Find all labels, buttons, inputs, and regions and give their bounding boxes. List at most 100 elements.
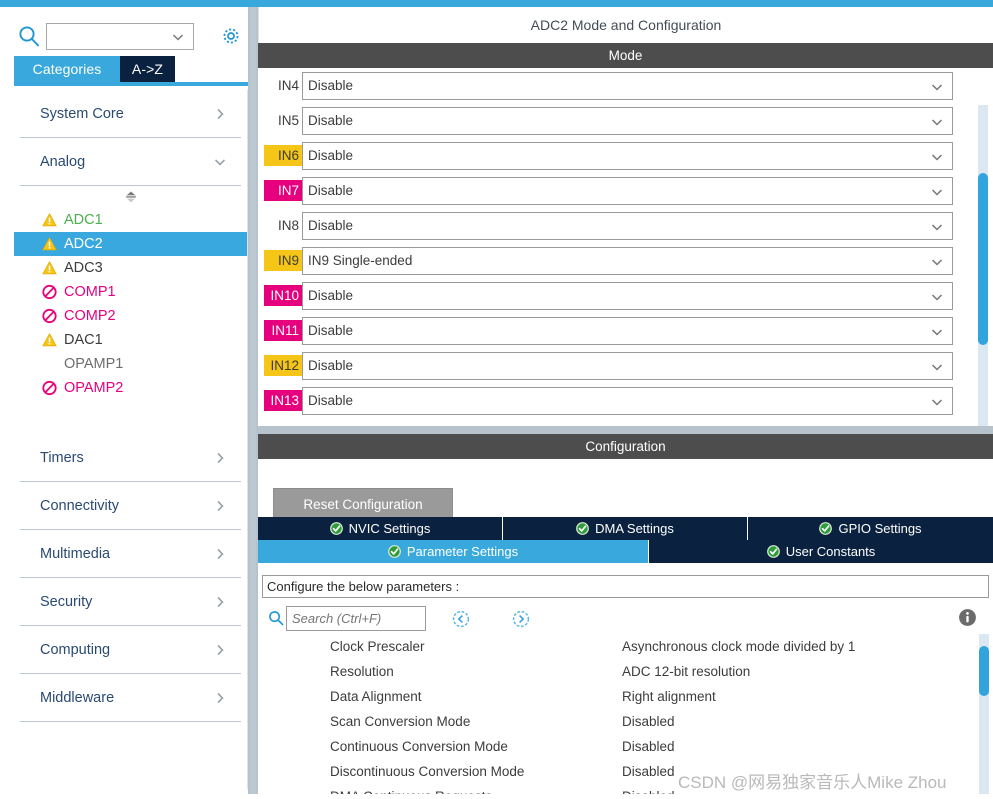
- mode-select-in12[interactable]: Disable: [302, 351, 953, 380]
- info-circle-icon[interactable]: [958, 608, 977, 627]
- sidebar-item-adc1[interactable]: ADC1: [14, 208, 247, 232]
- mode-select-in5[interactable]: Disable: [302, 106, 953, 135]
- circle-right-arrow-icon[interactable]: [512, 610, 530, 628]
- chevron-down-icon[interactable]: [930, 360, 944, 374]
- mode-select-value: Disable: [308, 113, 354, 128]
- mode-select-in8[interactable]: Disable: [302, 211, 953, 240]
- chevron-down-icon[interactable]: [930, 150, 944, 164]
- top-accent-bar: [0, 0, 993, 7]
- mode-row-in6: IN6 Disable: [258, 138, 993, 173]
- sidebar-item-dac1[interactable]: DAC1: [14, 328, 247, 352]
- mode-row-in10: IN10 Disable: [258, 278, 993, 313]
- sidebar-search-row: [0, 12, 248, 52]
- mode-scrollbar[interactable]: [978, 105, 988, 457]
- mode-pin-label: IN6: [264, 145, 302, 166]
- parameter-row[interactable]: Discontinuous Conversion Mode Disabled: [262, 759, 989, 784]
- circle-left-arrow-icon[interactable]: [452, 610, 470, 628]
- reset-configuration-button[interactable]: Reset Configuration: [273, 488, 453, 520]
- section-divider[interactable]: [258, 426, 993, 434]
- sidebar-item-label: ADC1: [64, 212, 103, 228]
- parameter-search-box[interactable]: [286, 606, 426, 631]
- mode-select-in13[interactable]: Disable: [302, 386, 953, 415]
- parameter-search-input[interactable]: [290, 610, 422, 627]
- chevron-down-icon[interactable]: [171, 30, 185, 44]
- chevron-right-icon: [213, 107, 227, 121]
- warning-triangle-icon: [42, 260, 57, 276]
- parameter-row[interactable]: Scan Conversion Mode Disabled: [262, 709, 989, 734]
- mode-scrollbar-thumb[interactable]: [978, 173, 988, 345]
- mode-select-in11[interactable]: Disable: [302, 316, 953, 345]
- tab-user-constants[interactable]: User Constants: [649, 540, 993, 563]
- sidebar-group-computing[interactable]: Computing: [20, 626, 241, 674]
- sidebar-item-opamp1[interactable]: OPAMP1: [14, 352, 247, 376]
- sidebar-group-timers[interactable]: Timers: [20, 434, 241, 482]
- component-search-combobox[interactable]: [46, 23, 194, 50]
- sidebar-group-label: Middleware: [40, 689, 115, 706]
- parameter-row[interactable]: Clock Prescaler Asynchronous clock mode d…: [262, 634, 989, 659]
- mode-select-value: Disable: [308, 393, 354, 408]
- gear-icon[interactable]: [220, 25, 242, 47]
- tree-collapse-handle[interactable]: [14, 186, 247, 208]
- mode-row-in8: IN8 Disable: [258, 208, 993, 243]
- tab-categories[interactable]: Categories: [14, 56, 120, 82]
- sidebar-item-comp2[interactable]: COMP2: [14, 304, 247, 328]
- no-status-icon: [42, 357, 57, 372]
- parameter-scrollbar[interactable]: [979, 634, 989, 799]
- panel-splitter-handle[interactable]: [250, 7, 256, 799]
- search-icon[interactable]: [18, 25, 40, 47]
- sidebar-group-analog[interactable]: Analog: [20, 138, 241, 186]
- mode-select-in6[interactable]: Disable: [302, 141, 953, 170]
- mode-select-in9[interactable]: IN9 Single-ended: [302, 246, 953, 275]
- parameter-scrollbar-thumb[interactable]: [979, 646, 989, 696]
- forbidden-icon: [42, 308, 57, 324]
- mode-pin-label: IN7: [264, 180, 302, 201]
- parameter-value: Asynchronous clock mode divided by 1: [622, 639, 856, 654]
- sidebar-item-opamp2[interactable]: OPAMP2: [14, 376, 247, 400]
- mode-pin-label: IN5: [277, 113, 299, 128]
- sidebar-item-adc3[interactable]: ADC3: [14, 256, 247, 280]
- tab-a-to-z[interactable]: A->Z: [120, 56, 175, 82]
- mode-select-in10[interactable]: Disable: [302, 281, 953, 310]
- mode-select-value: Disable: [308, 218, 354, 233]
- mode-select-in7[interactable]: Disable: [302, 176, 953, 205]
- parameter-value: Disabled: [622, 764, 675, 779]
- configure-parameters-hint: Configure the below parameters :: [262, 575, 989, 598]
- chevron-down-icon[interactable]: [930, 255, 944, 269]
- sidebar-group-middleware[interactable]: Middleware: [20, 674, 241, 722]
- component-tree: System Core Analog ADC1 ADC2 ADC3 COMP1 …: [14, 90, 248, 789]
- sidebar-group-multimedia[interactable]: Multimedia: [20, 530, 241, 578]
- mode-row-in7: IN7 Disable: [258, 173, 993, 208]
- chevron-down-icon[interactable]: [930, 115, 944, 129]
- tab-dma-settings[interactable]: DMA Settings: [503, 517, 748, 540]
- chevron-down-icon[interactable]: [930, 185, 944, 199]
- parameter-row[interactable]: Resolution ADC 12-bit resolution: [262, 659, 989, 684]
- tab-label: User Constants: [785, 544, 876, 559]
- parameter-value: ADC 12-bit resolution: [622, 664, 751, 679]
- sidebar-group-label: Computing: [40, 641, 111, 658]
- chevron-right-icon: [213, 547, 227, 561]
- sidebar-group-system-core[interactable]: System Core: [20, 90, 241, 138]
- chevron-down-icon[interactable]: [930, 220, 944, 234]
- sidebar-item-adc2[interactable]: ADC2: [14, 232, 247, 256]
- parameter-name: Scan Conversion Mode: [330, 714, 471, 729]
- parameter-row[interactable]: Data Alignment Right alignment: [262, 684, 989, 709]
- panel-splitter[interactable]: [248, 7, 258, 799]
- mode-select-in4[interactable]: Disable: [302, 71, 953, 100]
- sidebar-group-connectivity[interactable]: Connectivity: [20, 482, 241, 530]
- chevron-down-icon[interactable]: [930, 80, 944, 94]
- tab-parameter-settings[interactable]: Parameter Settings: [258, 540, 649, 563]
- parameter-row[interactable]: Continuous Conversion Mode Disabled: [262, 734, 989, 759]
- analog-peripheral-list: ADC1 ADC2 ADC3 COMP1 COMP2 DAC1 OPAMP1 OPAMP2: [14, 208, 247, 400]
- stm32cubemx-window: Categories A->Z System Core Analog ADC1 …: [0, 0, 993, 799]
- tab-gpio-settings[interactable]: GPIO Settings: [748, 517, 993, 540]
- search-icon[interactable]: [268, 610, 284, 626]
- tab-nvic-settings[interactable]: NVIC Settings: [258, 517, 503, 540]
- sidebar-tabs-underline: [14, 82, 248, 86]
- chevron-down-icon[interactable]: [930, 395, 944, 409]
- component-search-input[interactable]: [51, 27, 171, 46]
- chevron-down-icon[interactable]: [930, 290, 944, 304]
- parameter-table: Clock Prescaler Asynchronous clock mode d…: [262, 634, 989, 799]
- sidebar-group-security[interactable]: Security: [20, 578, 241, 626]
- chevron-down-icon[interactable]: [930, 325, 944, 339]
- sidebar-item-comp1[interactable]: COMP1: [14, 280, 247, 304]
